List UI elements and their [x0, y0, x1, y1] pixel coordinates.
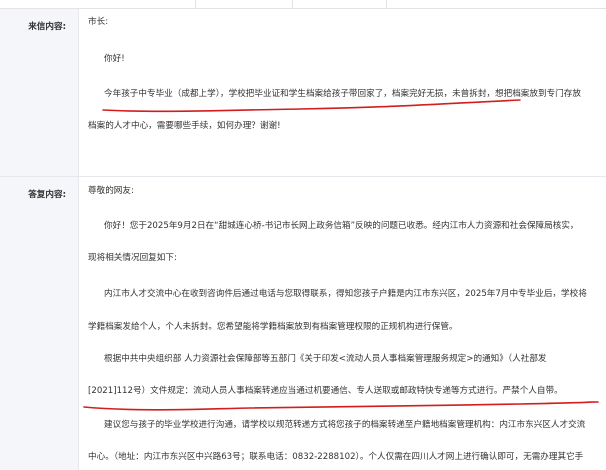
letter-label-cell: 来信内容:	[0, 9, 79, 176]
reply-body-line: 学籍档案发给个人，个人未拆封。您希望能将学籍档案放到有档案管理权限的正规机构进行…	[88, 322, 458, 332]
reply-body-line: 建议您与孩子的毕业学校进行沟通，请学校以规范转递方式将您孩子的档案转递至户籍地档…	[104, 420, 586, 430]
letter-greeting: 你好!	[104, 54, 125, 64]
reply-salutation: 尊敬的网友:	[88, 186, 134, 196]
reply-body-line: 现将相关情况回复如下:	[88, 253, 177, 263]
letter-body-line: 档案的人才中心，需要哪些手续，如何办理？谢谢!	[88, 121, 281, 131]
reply-body-line: [2021]112号）文件规定：流动人员人事档案转递应当通过机要通信、专人送取或…	[88, 386, 563, 396]
reply-label: 答复内容:	[28, 190, 66, 200]
letter-salutation: 市长:	[88, 17, 109, 27]
letter-label: 来信内容:	[28, 22, 66, 32]
reply-body-line: 中心。（地址：内江市东兴区中兴路63号；联系电话：0832-2288102）。个…	[88, 452, 584, 462]
top-tab-strip	[0, 0, 606, 9]
reply-body-line: 根据中共中央组织部 人力资源社会保障部等五部门《关于印发<流动人员人事档案管理服…	[104, 354, 547, 364]
reply-body-line: 内江市人才交流中心在收到咨询件后通过电话与您取得联系，得知您孩子户籍是内江市东兴…	[104, 289, 587, 299]
reply-label-cell: 答复内容:	[0, 177, 79, 470]
letter-body-line: 今年孩子中专毕业（成都上学），学校把毕业证和学生档案给孩子带回家了，档案完好无损…	[104, 89, 581, 99]
reply-body-line: 你好！您于2025年9月2日在“甜城连心桥-书记市长网上政务信箱”反映的问题已收…	[104, 221, 579, 231]
